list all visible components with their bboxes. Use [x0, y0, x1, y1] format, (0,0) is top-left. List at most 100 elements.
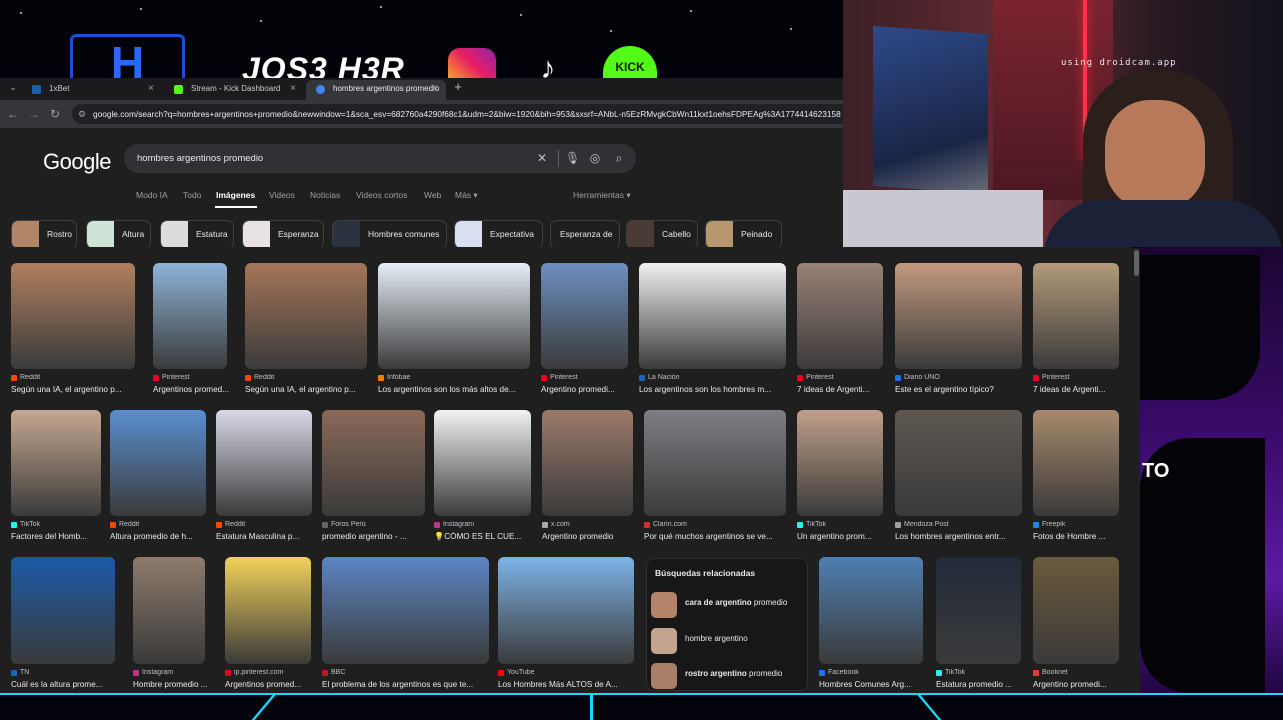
image-result[interactable]: Pinterest Argentinos promed...	[153, 263, 229, 395]
result-thumbnail[interactable]	[936, 557, 1021, 664]
chip-rostro[interactable]: Rostro	[11, 220, 77, 249]
result-thumbnail[interactable]	[797, 410, 883, 516]
result-title[interactable]: Estatura Masculina p...	[216, 532, 318, 541]
result-thumbnail[interactable]	[11, 410, 101, 516]
result-source[interactable]: Freepik	[1033, 521, 1119, 528]
result-thumbnail[interactable]	[639, 263, 786, 369]
result-title[interactable]: Argentinos promed...	[225, 680, 317, 689]
result-source[interactable]: Mendoza Post	[895, 521, 1022, 528]
result-source[interactable]: Clarín.com	[644, 521, 786, 528]
close-icon[interactable]: ×	[148, 80, 154, 98]
image-result[interactable]: Mendoza Post Los hombres argentinos entr.…	[895, 410, 1022, 542]
image-result[interactable]: Pinterest 7 ideas de Argenti...	[797, 263, 883, 395]
reload-icon[interactable]: ↻	[47, 106, 63, 122]
result-thumbnail[interactable]	[133, 557, 205, 664]
result-source[interactable]: Instagram	[133, 669, 205, 676]
result-thumbnail[interactable]	[542, 410, 633, 516]
result-thumbnail[interactable]	[541, 263, 628, 369]
result-source[interactable]: Foros Perú	[322, 521, 425, 528]
search-input[interactable]: hombres argentinos promedio ✕ 🎙 ◎ ⌕	[124, 144, 636, 173]
tools-button[interactable]: Herramientas ▾	[573, 190, 631, 201]
tab-mas[interactable]: Más ▾	[455, 190, 478, 201]
forward-icon[interactable]: →	[26, 106, 42, 122]
result-title[interactable]: El problema de los argentinos es que te.…	[322, 680, 495, 689]
result-source[interactable]: Facebook	[819, 669, 923, 676]
tab-modo-ia[interactable]: Modo IA	[136, 190, 168, 200]
result-source[interactable]: Pinterest	[1033, 374, 1119, 381]
image-result[interactable]: Infobae Los argentinos son los más altos …	[378, 263, 530, 395]
result-title[interactable]: Altura promedio de h...	[110, 532, 212, 541]
result-thumbnail[interactable]	[644, 410, 786, 516]
result-thumbnail[interactable]	[498, 557, 634, 664]
image-result[interactable]: Freepik Fotos de Hombre ...	[1033, 410, 1119, 542]
chip-expectativa[interactable]: Expectativa	[454, 220, 543, 249]
result-title[interactable]: Estatura promedio ...	[936, 680, 1027, 689]
result-source[interactable]: TikTok	[936, 669, 1021, 676]
result-title[interactable]: Argentinos promed...	[153, 385, 233, 394]
result-thumbnail[interactable]	[1033, 263, 1119, 369]
result-title[interactable]: Según una IA, el argentino p...	[245, 385, 373, 394]
result-source[interactable]: Reddit	[216, 521, 312, 528]
image-result[interactable]: x.com Argentino promedio	[542, 410, 633, 542]
image-result[interactable]: Reddit Según una IA, el argentino p...	[11, 263, 135, 395]
result-title[interactable]: promedio argentino - ...	[322, 532, 431, 541]
clear-icon[interactable]: ✕	[535, 151, 549, 165]
result-thumbnail[interactable]	[322, 410, 425, 516]
result-title[interactable]: 7 ideas de Argenti...	[1033, 385, 1125, 394]
image-result[interactable]: Reddit Según una IA, el argentino p...	[245, 263, 367, 395]
result-thumbnail[interactable]	[434, 410, 531, 516]
result-source[interactable]: Reddit	[11, 374, 135, 381]
result-source[interactable]: Pinterest	[153, 374, 227, 381]
result-thumbnail[interactable]	[153, 263, 227, 369]
tab-search-icon[interactable]: ⌄	[6, 81, 20, 95]
related-item[interactable]: cara de argentino promedio	[651, 589, 805, 619]
tab-videos-cortos[interactable]: Videos cortos	[356, 190, 407, 200]
result-source[interactable]: Infobae	[378, 374, 530, 381]
result-source[interactable]: ip.pinterest.com	[225, 669, 311, 676]
chip-cabello[interactable]: Cabello	[626, 220, 698, 249]
tab-todo[interactable]: Todo	[183, 190, 201, 200]
tab-1xbet[interactable]: 1xBet ×	[22, 80, 162, 100]
result-title[interactable]: Los Hombres Más ALTOS de A...	[498, 680, 640, 689]
result-source[interactable]: TikTok	[797, 521, 883, 528]
image-result[interactable]: Pinterest 7 ideas de Argenti...	[1033, 263, 1119, 395]
chip-peinado[interactable]: Peinado	[705, 220, 782, 249]
image-result[interactable]: Reddit Altura promedio de h...	[110, 410, 206, 542]
result-thumbnail[interactable]	[216, 410, 312, 516]
result-thumbnail[interactable]	[11, 557, 115, 664]
tab-kick-dashboard[interactable]: Stream - Kick Dashboard ×	[164, 80, 304, 100]
image-result[interactable]: Reddit Estatura Masculina p...	[216, 410, 312, 542]
image-result[interactable]: BBC El problema de los argentinos es que …	[322, 557, 489, 690]
result-title[interactable]: Argentino promedio	[542, 532, 639, 541]
image-result[interactable]: YouTube Los Hombres Más ALTOS de A...	[498, 557, 634, 690]
image-result[interactable]: ip.pinterest.com Argentinos promed...	[225, 557, 311, 690]
chip-hombres-comunes[interactable]: Hombres comunes	[332, 220, 447, 249]
image-result[interactable]: Foros Perú promedio argentino - ...	[322, 410, 425, 542]
result-source[interactable]: Reddit	[245, 374, 367, 381]
result-title[interactable]: Los argentinos son los hombres m...	[639, 385, 792, 394]
result-title[interactable]: Factores del Homb...	[11, 532, 107, 541]
result-thumbnail[interactable]	[895, 263, 1022, 369]
new-tab-icon[interactable]: +	[451, 79, 465, 94]
tab-videos[interactable]: Videos	[269, 190, 295, 200]
result-title[interactable]: Hombre promedio ...	[133, 680, 211, 689]
image-result[interactable]: TN Cuál es la altura prome...	[11, 557, 115, 690]
result-source[interactable]: Instagram	[434, 521, 531, 528]
chip-esperanza-de[interactable]: Esperanza de	[550, 220, 620, 249]
search-icon[interactable]: ⌕	[612, 151, 626, 165]
image-result[interactable]: TikTok Un argentino prom...	[797, 410, 883, 542]
lens-icon[interactable]: ◎	[588, 151, 602, 165]
result-source[interactable]: x.com	[542, 521, 633, 528]
result-thumbnail[interactable]	[895, 410, 1022, 516]
result-title[interactable]: Un argentino prom...	[797, 532, 889, 541]
result-source[interactable]: BBC	[322, 669, 489, 676]
image-result[interactable]: Clarín.com Por qué muchos argentinos se v…	[644, 410, 786, 542]
image-result[interactable]: Instagram 💡CÓMO ES EL CUE...	[434, 410, 531, 542]
microphone-icon[interactable]: 🎙	[565, 151, 580, 165]
result-thumbnail[interactable]	[11, 263, 135, 369]
result-source[interactable]: Booknet	[1033, 669, 1119, 676]
result-source[interactable]: Pinterest	[797, 374, 883, 381]
image-result[interactable]: Facebook Hombres Comunes Arg...	[819, 557, 923, 690]
result-thumbnail[interactable]	[1033, 557, 1119, 664]
result-thumbnail[interactable]	[245, 263, 367, 369]
